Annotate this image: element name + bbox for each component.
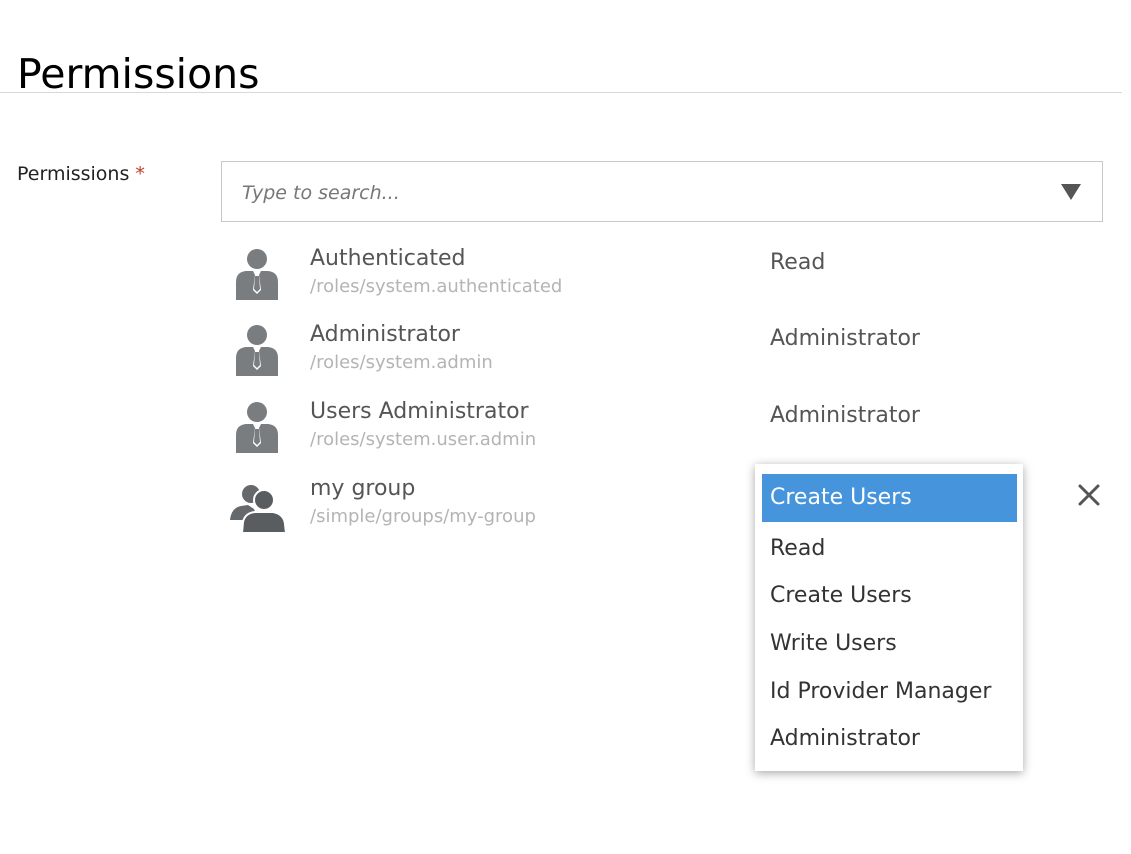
user-icon	[236, 402, 278, 453]
required-marker: *	[135, 163, 145, 185]
principal-access[interactable]: Administrator	[770, 326, 920, 351]
dropdown-arrow-icon[interactable]	[1061, 184, 1081, 200]
access-option-administrator[interactable]: Administrator	[770, 726, 920, 751]
page-title: Permissions	[17, 50, 260, 98]
access-selected-option[interactable]: Create Users	[762, 474, 1017, 522]
permissions-page: Permissions Permissions* Authenticated /…	[0, 0, 1131, 854]
access-option-write-users[interactable]: Write Users	[770, 631, 897, 656]
access-dropdown-menu[interactable]: Create Users Read Create Users Write Use…	[755, 464, 1023, 771]
user-icon	[236, 325, 278, 376]
title-divider	[0, 92, 1122, 93]
principal-name: my group	[310, 476, 416, 501]
principal-path: /roles/system.authenticated	[310, 276, 563, 297]
search-input[interactable]	[240, 176, 1044, 210]
remove-principal-close-icon[interactable]	[1076, 482, 1102, 508]
principal-access[interactable]: Administrator	[770, 403, 920, 428]
principal-access[interactable]: Read	[770, 250, 825, 275]
access-option-id-provider-manager[interactable]: Id Provider Manager	[770, 679, 991, 704]
principal-path: /simple/groups/my-group	[310, 506, 536, 527]
principal-row: Users Administrator /roles/system.user.a…	[226, 399, 1106, 459]
access-option-create-users[interactable]: Create Users	[770, 583, 912, 608]
permissions-label-text: Permissions	[17, 163, 130, 185]
access-option-read[interactable]: Read	[770, 536, 825, 561]
user-icon	[236, 249, 278, 300]
principal-name: Users Administrator	[310, 399, 529, 424]
principal-name: Authenticated	[310, 246, 466, 271]
principal-row: Authenticated /roles/system.authenticate…	[226, 246, 1106, 306]
principal-name: Administrator	[310, 322, 460, 347]
group-icon	[230, 485, 287, 532]
principal-path: /roles/system.admin	[310, 352, 493, 373]
principal-row: Administrator /roles/system.admin Admini…	[226, 322, 1106, 382]
principal-path: /roles/system.user.admin	[310, 429, 537, 450]
principal-search-combobox[interactable]	[221, 161, 1103, 222]
permissions-field-label: Permissions *	[17, 163, 145, 185]
